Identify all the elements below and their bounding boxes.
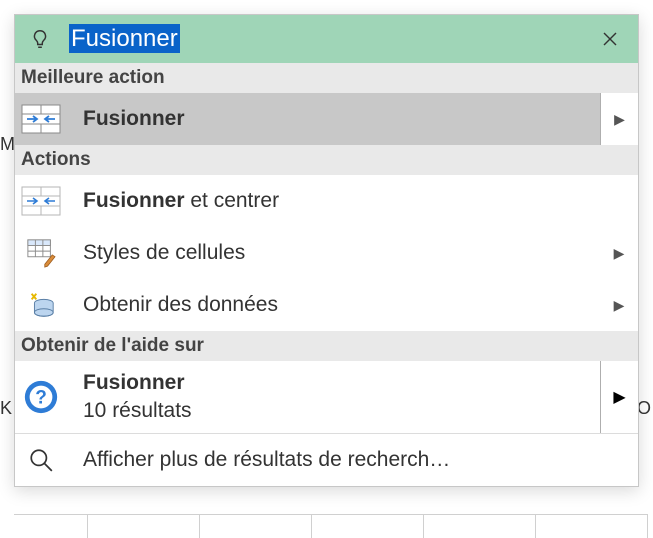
action-submenu[interactable]: ▶: [600, 279, 638, 331]
close-button[interactable]: [592, 21, 628, 57]
action-label: Fusionner et centrer: [83, 189, 638, 213]
help-icon: ?: [21, 377, 61, 417]
best-action-submenu[interactable]: ▶: [600, 93, 638, 145]
action-label: Obtenir des données: [83, 293, 600, 317]
help-item[interactable]: ? Fusionner 10 résultats ▶: [15, 361, 638, 433]
search-input[interactable]: Fusionner: [69, 25, 592, 53]
close-icon: [602, 31, 618, 47]
merge-icon: [21, 99, 61, 139]
help-subtitle: 10 résultats: [83, 399, 600, 423]
more-results-item[interactable]: Afficher plus de résultats de recherch…: [15, 434, 638, 486]
best-action-item[interactable]: Fusionner ▶: [15, 93, 638, 145]
search-query-text: Fusionner: [69, 24, 180, 53]
chevron-right-icon: ▶: [613, 387, 625, 407]
action-label: Styles de cellules: [83, 241, 600, 265]
bleed-text-k: K: [0, 398, 12, 419]
more-results-label: Afficher plus de résultats de recherch…: [83, 448, 450, 472]
help-title: Fusionner: [83, 371, 600, 395]
action-cell-styles[interactable]: Styles de cellules ▶: [15, 227, 638, 279]
search-icon: [21, 440, 61, 480]
help-submenu[interactable]: ▶: [600, 361, 638, 433]
sheet-grid-bleed: [14, 514, 649, 538]
get-data-icon: [21, 285, 61, 325]
bulb-icon: [29, 28, 51, 50]
chevron-right-icon: ▶: [614, 297, 625, 314]
section-header-best-action: Meilleure action: [15, 63, 638, 93]
cell-styles-icon: [21, 233, 61, 273]
chevron-right-icon: ▶: [614, 111, 625, 128]
merge-center-icon: [21, 181, 61, 221]
chevron-right-icon: ▶: [614, 245, 625, 262]
bleed-text-o: O: [637, 398, 651, 419]
svg-text:?: ?: [35, 388, 47, 409]
section-header-help: Obtenir de l'aide sur: [15, 331, 638, 361]
action-get-data[interactable]: Obtenir des données ▶: [15, 279, 638, 331]
tell-me-panel: Fusionner Meilleure action Fusionner ▶: [14, 14, 639, 487]
best-action-label: Fusionner: [83, 107, 600, 131]
action-submenu[interactable]: ▶: [600, 227, 638, 279]
section-header-actions: Actions: [15, 145, 638, 175]
action-merge-center[interactable]: Fusionner et centrer: [15, 175, 638, 227]
search-bar: Fusionner: [15, 15, 638, 63]
